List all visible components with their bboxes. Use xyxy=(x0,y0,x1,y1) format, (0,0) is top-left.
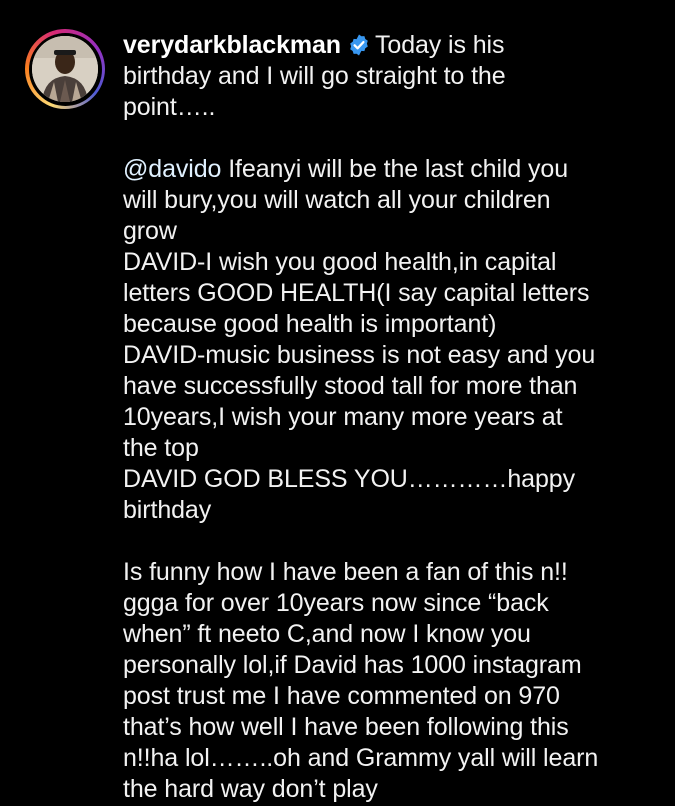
username-link[interactable]: verydarkblackman xyxy=(123,31,341,59)
caption-line: point….. xyxy=(123,93,216,121)
post-caption: verydarkblackman Today is his birthday an… xyxy=(123,30,663,805)
caption-line: when” ft neeto C,and now I know you xyxy=(123,620,531,648)
caption-line: the hard way don’t play xyxy=(123,775,378,803)
caption-line: will bury,you will watch all your childr… xyxy=(123,186,551,214)
caption-line: Is funny how I have been a fan of this n… xyxy=(123,558,568,586)
caption-line: grow xyxy=(123,217,177,245)
caption-mention-line: @davido Ifeanyi will be the last child y… xyxy=(123,154,663,185)
caption-line: the top xyxy=(123,434,199,462)
caption-first-line: verydarkblackman Today is his xyxy=(123,30,663,61)
avatar-image xyxy=(32,36,98,102)
caption-line: post trust me I have commented on 970 xyxy=(123,682,560,710)
caption-text: Ifeanyi will be the last child you xyxy=(221,155,569,183)
caption-line: personally lol,if David has 1000 instagr… xyxy=(123,651,582,679)
avatar-gap xyxy=(28,32,102,106)
caption-line: birthday xyxy=(123,496,212,524)
caption-line: n!!ha lol……..oh and Grammy yall will lea… xyxy=(123,744,599,772)
caption-line: that’s how well I have been following th… xyxy=(123,713,569,741)
caption-line: 10years,I wish your many more years at xyxy=(123,403,563,431)
caption-line: birthday and I will go straight to the xyxy=(123,62,506,90)
story-ring[interactable] xyxy=(25,29,105,109)
caption-line: ggga for over 10years now since “back xyxy=(123,589,549,617)
caption-line: DAVID GOD BLESS YOU…………happy xyxy=(123,465,575,493)
profile-avatar[interactable] xyxy=(32,36,98,102)
caption-line: DAVID-I wish you good health,in capital xyxy=(123,248,557,276)
mention-link[interactable]: @davido xyxy=(123,155,221,183)
caption-line: DAVID-music business is not easy and you xyxy=(123,341,596,369)
caption-line: have successfully stood tall for more th… xyxy=(123,372,578,400)
caption-intro-first: Today is his xyxy=(374,31,505,59)
caption-line: letters GOOD HEALTH(I say capital letter… xyxy=(123,279,590,307)
instagram-caption-post: verydarkblackman Today is his birthday an… xyxy=(0,0,675,806)
verified-badge-icon xyxy=(347,33,371,57)
caption-line: because good health is important) xyxy=(123,310,497,338)
